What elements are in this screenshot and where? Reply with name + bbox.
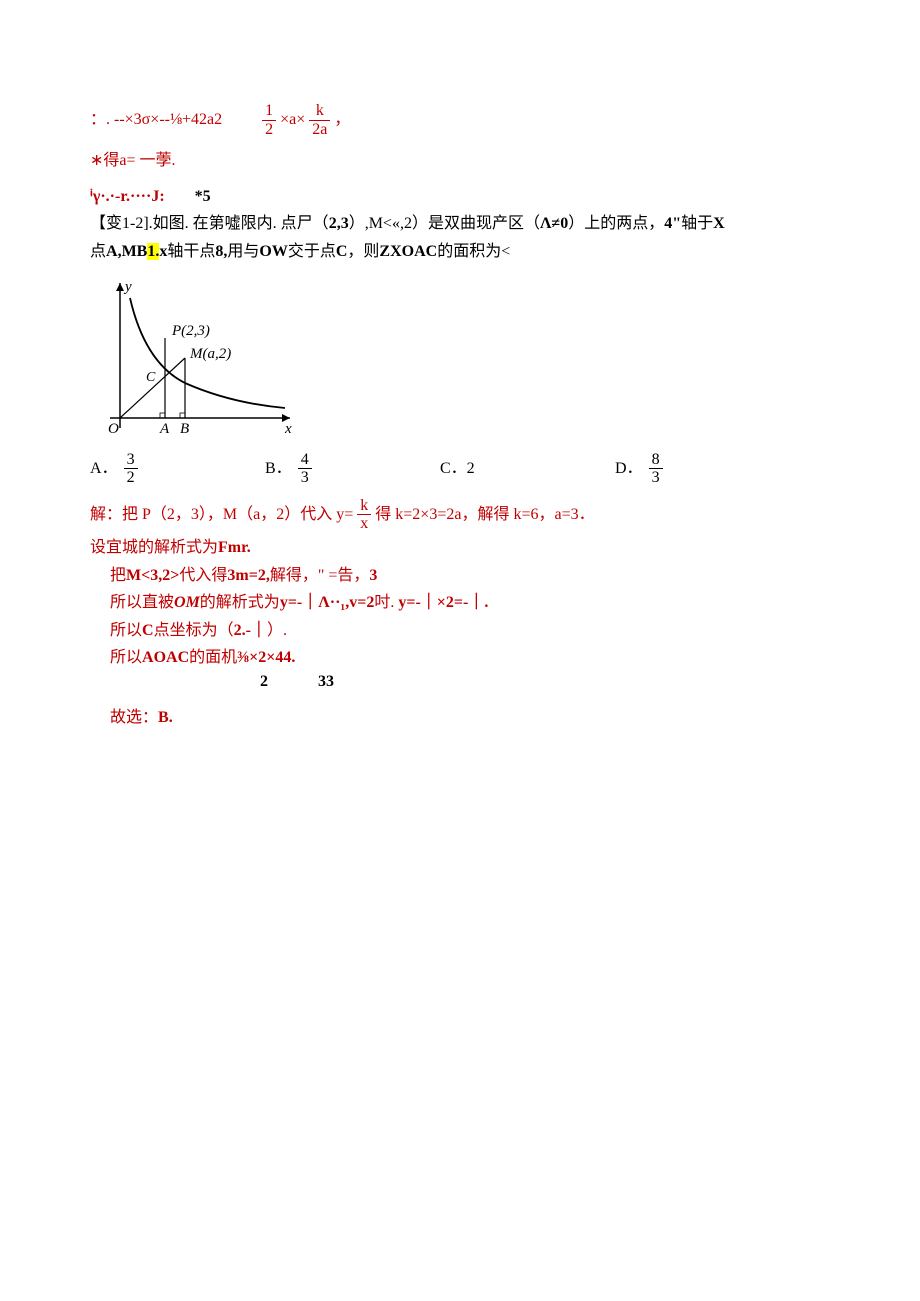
frac-half: 1 2 [262,102,276,138]
svg-text:M(a,2): M(a,2) [189,346,231,362]
eq-left: ：. --×3σ×--⅛+42a2 [90,107,222,133]
top-equation-row: ：. --×3σ×--⅛+42a2 1 2 ×a× k 2a ， [90,102,830,138]
option-c: C．2 [440,451,615,487]
solution-line7: 故选：B. [90,705,830,731]
top-line3b: *5 [195,184,211,210]
svg-text:A: A [159,421,170,437]
hyperbola-graph: y P(2,3) M(a,2) C O A B x [90,273,300,443]
svg-text:y: y [123,279,132,295]
eq-right: 1 2 ×a× k 2a ， [262,102,350,138]
solution-line4: 所以直被OM的解析式为y=-｜Λ··₁,v=2吋. y=-｜×2=-｜. [90,590,830,616]
svg-text:C: C [146,370,156,385]
problem-line2: 点A,MB1.x轴干点8,用与OW交于点C，则ZXOAC的面积为< [90,239,830,265]
solution-line3: 把M<3,2>代入得3m=2,解得，" =告，3 [90,563,830,589]
solution-line6: 所以AOAC的面机⅜×2×44. [90,645,830,671]
solution-line5: 所以C点坐标为（2.-｜）. [90,618,830,644]
frac-k2a: k 2a [309,102,330,138]
solution-line6b: 2 33 [90,669,830,695]
problem-line1: 【变1-2].如图. 在第噓限内. 点尸（2,3）,M<«,2）是双曲现产区（Λ… [90,211,830,237]
svg-text:P(2,3): P(2,3) [171,323,210,339]
top-line3: ⁱγ·.·-r.····J: [90,184,165,210]
option-b: B． 4 3 [265,451,440,487]
solution-line1: 解：把 P（2，3），M（a，2）代入 y= k x 得 k=2×3=2a，解得… [90,497,830,533]
option-d: D． 8 3 [615,451,790,487]
option-a: A． 3 2 [90,451,265,487]
problem-tag: 【变1-2]. [90,215,153,232]
svg-text:O: O [108,421,119,437]
options-row: A． 3 2 B． 4 3 C．2 D． 8 3 [90,451,790,487]
top-line2: ∗得a= 一荸. [90,148,830,174]
solution-line2: 设宜城的解析式为Fmr. [90,535,830,561]
top-line3-row: ⁱγ·.·-r.····J: *5 [90,184,830,210]
svg-text:x: x [284,421,292,437]
svg-text:B: B [180,421,189,437]
